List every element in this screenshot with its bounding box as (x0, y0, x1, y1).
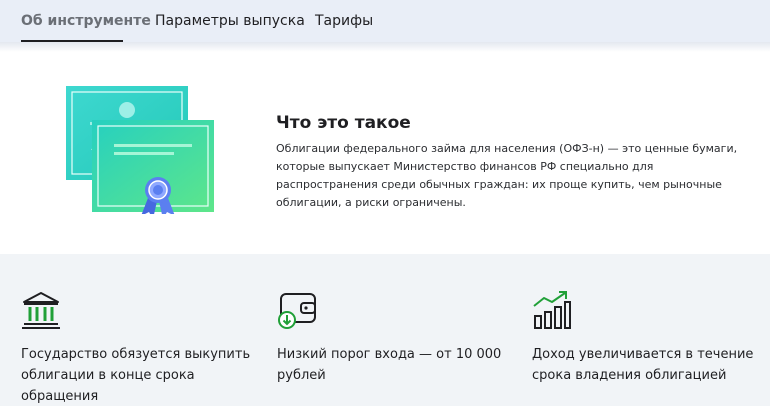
feature-state-buyback: Государство обязуется выкупить облигации… (21, 290, 271, 406)
feature-text: Доход увеличивается в течение срока влад… (532, 347, 754, 383)
about-title: Что это такое (276, 113, 411, 133)
growth-chart-icon (533, 291, 571, 329)
feature-low-entry: Низкий порог входа — от 10 000 рублей (277, 290, 527, 386)
feature-text: Государство обязуется выкупить облигации… (21, 347, 251, 404)
feature-growing-income: Доход увеличивается в течение срока влад… (532, 290, 770, 386)
features-section: Государство обязуется выкупить облигации… (0, 254, 770, 406)
wallet-icon (278, 293, 316, 329)
tab-issue-parameters[interactable]: Параметры выпуска (155, 12, 305, 30)
about-description: Облигации федерального займа для населен… (276, 142, 738, 209)
feature-text: Низкий порог входа — от 10 000 рублей (277, 347, 502, 383)
tab-bar: Об инструменте Параметры выпуска Тарифы (0, 0, 770, 42)
tab-tariffs[interactable]: Тарифы (315, 12, 373, 30)
certificate-illustration (66, 86, 216, 219)
bank-building-icon (22, 292, 60, 329)
tab-about[interactable]: Об инструменте (21, 12, 151, 30)
about-section: Что это такое Облигации федерального зай… (0, 42, 770, 254)
